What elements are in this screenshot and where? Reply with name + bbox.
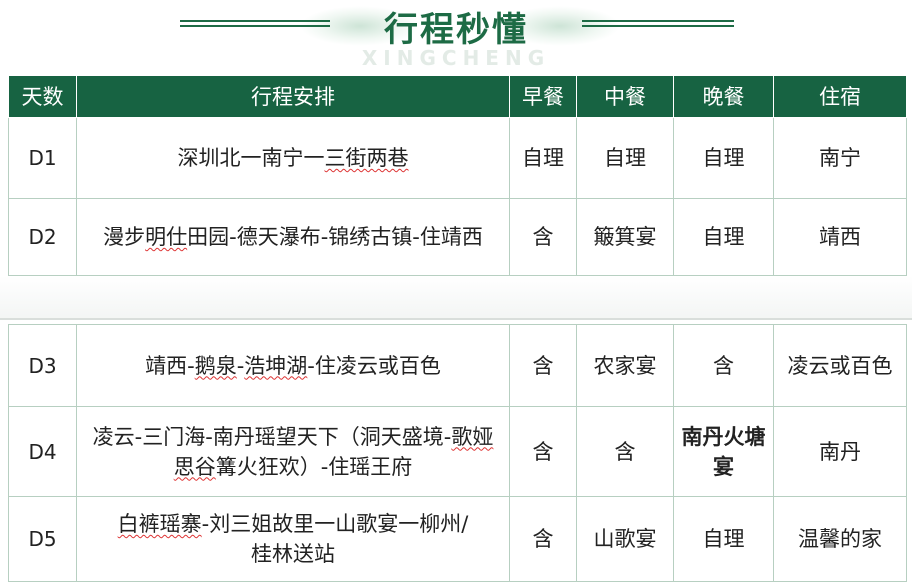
page-subtitle: XINGCHENG [361, 46, 551, 70]
table-row: D3 靖西-鹅泉-浩坤湖-住凌云或百色 含 农家宴 含 凌云或百色 [8, 324, 907, 407]
lunch-cell: 自理 [576, 117, 674, 199]
page-title: 行程秒懂 [384, 10, 528, 50]
day-cell: D4 [8, 406, 77, 497]
plan-cell: 白裤瑶寨-刘三姐故里一山歌宴一柳州/桂林送站 [76, 496, 510, 582]
header-lunch: 中餐 [576, 75, 674, 118]
plan-cell: 漫步明仕田园-德天瀑布-锦绣古镇-住靖西 [76, 198, 510, 276]
plan-text-marked: 三街两巷 [324, 146, 409, 170]
day-cell: D2 [8, 198, 77, 276]
day-cell: D5 [8, 496, 77, 582]
plan-text-marked: 白裤瑶寨 [117, 512, 202, 536]
lunch-cell: 含 [576, 406, 674, 497]
title-area: 行程秒懂 XINGCHENG [0, 0, 912, 74]
dinner-cell: 含 [673, 324, 774, 407]
day-cell: D1 [8, 117, 77, 199]
stay-cell: 南宁 [773, 117, 907, 199]
dinner-cell: 南丹火塘宴 [673, 406, 774, 497]
dinner-cell: 自理 [673, 198, 774, 276]
lunch-cell: 簸箕宴 [576, 198, 674, 276]
plan-text: 篝火狂欢）-住瑶王府 [215, 454, 413, 479]
plan-text: -刘三姐故里一山歌宴一柳州/ [201, 512, 469, 536]
lunch-cell: 农家宴 [576, 324, 674, 407]
plan-text-marked: 明仕 [145, 225, 188, 249]
lunch-cell: 山歌宴 [576, 496, 674, 582]
stay-cell: 南丹 [773, 406, 907, 497]
dinner-cell: 自理 [673, 117, 774, 199]
stay-cell: 靖西 [773, 198, 907, 276]
plan-text: -住凌云或百色 [307, 353, 441, 378]
section-divider [0, 318, 912, 320]
header-stay: 住宿 [773, 75, 907, 118]
plan-cell: 深圳北一南宁一三街两巷 [76, 117, 510, 199]
header-breakfast: 早餐 [509, 75, 577, 118]
plan-text: 桂林送站 [251, 542, 335, 566]
table-row: D4 凌云-三门海-南丹瑶望天下（洞天盛境-歌娅思谷篝火狂欢）-住瑶王府 含 含… [8, 406, 907, 497]
header-dinner: 晚餐 [673, 75, 774, 118]
title-line-left [180, 20, 330, 27]
itinerary-table-bottom: D3 靖西-鹅泉-浩坤湖-住凌云或百色 含 农家宴 含 凌云或百色 D4 凌云-… [8, 324, 907, 582]
dinner-cell: 自理 [673, 496, 774, 582]
plan-cell: 凌云-三门海-南丹瑶望天下（洞天盛境-歌娅思谷篝火狂欢）-住瑶王府 [76, 406, 510, 497]
stay-cell: 凌云或百色 [773, 324, 907, 407]
plan-text: 靖西- [145, 353, 195, 378]
breakfast-cell: 含 [509, 324, 577, 407]
itinerary-table-top: 天数 行程安排 早餐 中餐 晚餐 住宿 D1 深圳北一南宁一三街两巷 自理 自理… [8, 75, 907, 276]
plan-text: 田园-德天瀑布-锦绣古镇-住靖西 [187, 225, 483, 249]
breakfast-cell: 含 [509, 198, 577, 276]
header-plan: 行程安排 [76, 75, 510, 118]
breakfast-cell: 含 [509, 496, 577, 582]
day-cell: D3 [8, 324, 77, 407]
plan-text-marked: 浩坤湖 [244, 353, 308, 378]
plan-cell: 靖西-鹅泉-浩坤湖-住凌云或百色 [76, 324, 510, 407]
breakfast-cell: 自理 [509, 117, 577, 199]
table-row: D1 深圳北一南宁一三街两巷 自理 自理 自理 南宁 [8, 117, 907, 199]
breakfast-cell: 含 [509, 406, 577, 497]
table-row: D2 漫步明仕田园-德天瀑布-锦绣古镇-住靖西 含 簸箕宴 自理 靖西 [8, 198, 907, 276]
plan-text: 凌云-三门海-南丹瑶望天下（洞天盛境- [92, 424, 452, 449]
section-gap [0, 276, 912, 320]
table-header-row: 天数 行程安排 早餐 中餐 晚餐 住宿 [8, 75, 907, 118]
table-row: D5 白裤瑶寨-刘三姐故里一山歌宴一柳州/桂林送站 含 山歌宴 自理 温馨的家 [8, 496, 907, 582]
header-day: 天数 [8, 75, 77, 118]
stay-cell: 温馨的家 [773, 496, 907, 582]
plan-text: 漫步 [103, 225, 146, 249]
plan-text: 深圳北一南宁一 [177, 146, 325, 170]
plan-text-marked: 鹅泉 [194, 353, 237, 378]
title-line-right [582, 20, 734, 27]
